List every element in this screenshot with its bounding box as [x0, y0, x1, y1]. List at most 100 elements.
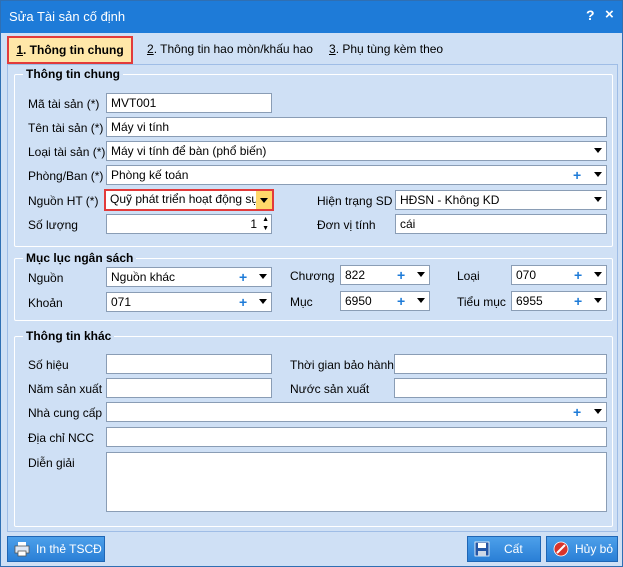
chevron-down-icon[interactable] — [594, 298, 602, 303]
year-label: Năm sản xuất — [28, 382, 103, 396]
quantity-stepper[interactable]: 1 ▲ ▼ — [106, 214, 272, 234]
dialog-window: Sửa Tài sản cố định ? × 1. Thông tin chu… — [0, 0, 623, 567]
asset-type-label: Loại tài sản (*) — [28, 145, 106, 159]
subitem-label: Tiểu mục — [457, 295, 506, 309]
tab-parts[interactable]: 3. Phụ tùng kèm theo — [323, 37, 449, 61]
item-select[interactable]: 6950 + — [340, 291, 430, 311]
section-value: 071 — [111, 295, 132, 309]
usage-status-label: Hiện trạng SD — [317, 194, 393, 208]
chevron-down-icon[interactable] — [594, 197, 602, 202]
department-value: Phòng kế toán — [111, 168, 189, 182]
section-select[interactable]: 071 + — [106, 292, 272, 312]
printer-icon — [14, 542, 30, 557]
tab-parts-label: . Phụ tùng kèm theo — [335, 42, 444, 56]
asset-code-input[interactable]: MVT001 — [106, 93, 272, 113]
budget-source-label: Nguồn — [28, 271, 64, 285]
year-input[interactable] — [106, 378, 272, 398]
funding-source-label: Nguồn HT (*) — [28, 194, 99, 208]
chevron-down-icon[interactable] — [259, 299, 267, 304]
supplier-label: Nhà cung cấp — [28, 406, 103, 420]
add-item-icon[interactable]: + — [397, 292, 405, 310]
add-subitem-icon[interactable]: + — [574, 292, 582, 310]
help-icon[interactable]: ? — [586, 7, 595, 23]
dialog-footer: In thẻ TSCĐ Cất Hủy bỏ — [1, 532, 622, 566]
description-label: Diễn giải — [28, 456, 75, 470]
title-bar: Sửa Tài sản cố định ? × — [1, 1, 622, 33]
supplier-select[interactable]: + — [106, 402, 607, 422]
department-label: Phòng/Ban (*) — [28, 169, 104, 183]
tab-general-label: . Thông tin chung — [23, 43, 124, 57]
category-label: Loại — [457, 269, 480, 283]
add-department-icon[interactable]: + — [573, 166, 581, 184]
stepper-arrows-icon[interactable]: ▲ ▼ — [262, 215, 269, 233]
chevron-down-icon — [260, 198, 268, 203]
window-title: Sửa Tài sản cố định — [9, 9, 126, 24]
tab-general-number: 1 — [16, 43, 24, 57]
funding-source-value: Quỹ phát triển hoạt động sự — [110, 192, 260, 206]
save-icon — [474, 541, 490, 557]
item-value: 6950 — [345, 294, 372, 308]
unit-input[interactable]: cái — [395, 214, 607, 234]
print-card-button[interactable]: In thẻ TSCĐ — [7, 536, 105, 562]
close-icon[interactable]: × — [605, 6, 614, 23]
tab-depreciation-number: 2 — [147, 42, 154, 56]
warranty-input[interactable] — [394, 354, 607, 374]
budget-legend: Mục lục ngân sách — [26, 251, 134, 265]
general-info-legend: Thông tin chung — [26, 67, 120, 81]
tab-parts-number: 3 — [329, 42, 336, 56]
tab-general[interactable]: 1. Thông tin chung — [7, 36, 133, 64]
supplier-address-input[interactable] — [106, 427, 607, 447]
chevron-down-icon[interactable] — [259, 274, 267, 279]
category-select[interactable]: 070 + — [511, 265, 607, 285]
chevron-down-icon[interactable] — [594, 409, 602, 414]
item-label: Mục — [290, 295, 313, 309]
warranty-label: Thời gian bảo hành — [290, 358, 394, 372]
save-button[interactable]: Cất — [467, 536, 541, 562]
asset-code-label: Mã tài sản (*) — [28, 97, 100, 111]
tab-depreciation[interactable]: 2. Thông tin hao mòn/khấu hao — [141, 37, 319, 61]
budget-source-value: Nguồn khác — [111, 270, 176, 284]
add-section-icon[interactable]: + — [239, 293, 247, 311]
save-label: Cất — [504, 542, 523, 556]
other-info-legend: Thông tin khác — [26, 329, 112, 343]
usage-status-value: HĐSN - Không KD — [400, 193, 500, 207]
funding-source-select[interactable]: Quỹ phát triển hoạt động sự — [104, 189, 274, 211]
serial-input[interactable] — [106, 354, 272, 374]
category-value: 070 — [516, 268, 537, 282]
tab-content: Thông tin chung Mã tài sản (*) MVT001 Tê… — [7, 64, 618, 532]
quantity-label: Số lượng — [28, 218, 78, 232]
tab-bar: 1. Thông tin chung 2. Thông tin hao mòn/… — [5, 36, 619, 64]
asset-name-input[interactable]: Máy vi tính — [106, 117, 607, 137]
chapter-select[interactable]: 822 + — [340, 265, 430, 285]
serial-label: Số hiệu — [28, 358, 69, 372]
print-card-label: In thẻ TSCĐ — [36, 542, 102, 556]
chevron-down-icon[interactable] — [594, 272, 602, 277]
add-budget-source-icon[interactable]: + — [239, 268, 247, 286]
add-category-icon[interactable]: + — [574, 266, 582, 284]
cancel-label: Hủy bỏ — [575, 542, 614, 556]
chevron-down-icon[interactable] — [417, 272, 425, 277]
funding-source-dropdown-button[interactable] — [256, 191, 272, 209]
section-label: Khoản — [28, 296, 63, 310]
description-textarea[interactable] — [106, 452, 607, 512]
chevron-down-icon[interactable] — [417, 298, 425, 303]
chapter-value: 822 — [345, 268, 366, 282]
chevron-down-icon[interactable] — [594, 148, 602, 153]
country-input[interactable] — [394, 378, 607, 398]
add-supplier-icon[interactable]: + — [573, 403, 581, 421]
subitem-value: 6955 — [516, 294, 543, 308]
usage-status-select[interactable]: HĐSN - Không KD — [395, 190, 607, 210]
add-chapter-icon[interactable]: + — [397, 266, 405, 284]
department-select[interactable]: Phòng kế toán + — [106, 165, 607, 185]
cancel-icon — [553, 541, 569, 557]
chevron-down-icon[interactable] — [594, 172, 602, 177]
quantity-value: 1 — [250, 217, 257, 231]
tab-depreciation-label: . Thông tin hao mòn/khấu hao — [153, 42, 313, 56]
chapter-label: Chương — [290, 269, 335, 283]
subitem-select[interactable]: 6955 + — [511, 291, 607, 311]
cancel-button[interactable]: Hủy bỏ — [546, 536, 618, 562]
asset-name-label: Tên tài sản (*) — [28, 121, 104, 135]
asset-type-select[interactable]: Máy vi tính để bàn (phổ biến) — [106, 141, 607, 161]
budget-source-select[interactable]: Nguồn khác + — [106, 267, 272, 287]
country-label: Nước sản xuất — [290, 382, 370, 396]
